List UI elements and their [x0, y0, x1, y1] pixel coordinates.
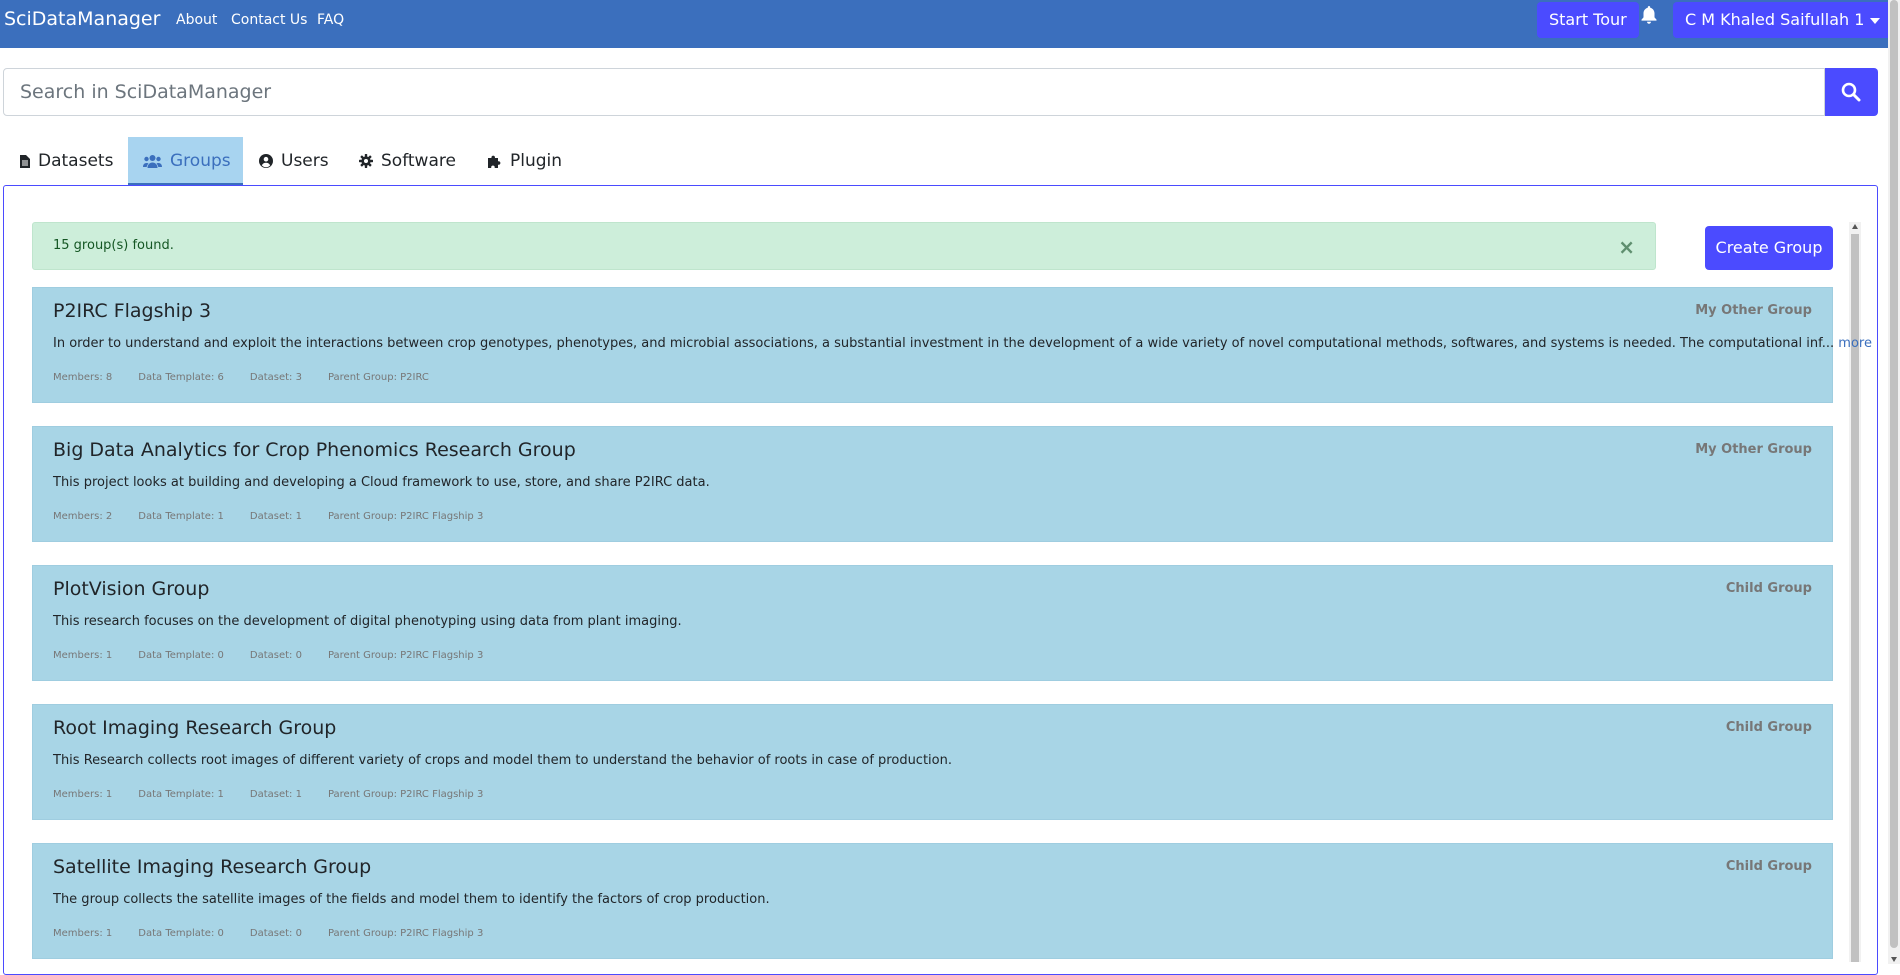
group-dataset: Dataset: 1: [249, 511, 302, 522]
group-parent: Parent Group: P2IRC: [327, 372, 429, 383]
scroll-down-arrow-icon[interactable]: [1891, 957, 1897, 962]
group-meta: Members: 1 Data Template: 0 Dataset: 0 Pare…: [53, 650, 509, 661]
group-badge: Child Group: [1725, 720, 1812, 735]
group-badge: Child Group: [1725, 859, 1812, 874]
group-members: Members: 8: [53, 372, 113, 383]
tab-plugin[interactable]: Plugin: [487, 137, 562, 185]
group-description: This research focuses on the development…: [53, 614, 682, 629]
results-count-text: 15 group(s) found.: [53, 238, 174, 253]
top-navbar: SciDataManager About Contact Us FAQ Star…: [0, 0, 1893, 48]
group-dataset: Dataset: 3: [249, 372, 302, 383]
tab-datasets-label: Datasets: [38, 151, 114, 171]
group-card[interactable]: Root Imaging Research Group Child Group …: [32, 704, 1833, 820]
user-name: C M Khaled Saifullah 1: [1685, 10, 1865, 29]
nav-faq-link[interactable]: FAQ: [317, 12, 344, 28]
chevron-down-icon: [1870, 17, 1881, 24]
group-parent: Parent Group: P2IRC Flagship 3: [327, 511, 484, 522]
group-members: Members: 2: [53, 511, 113, 522]
group-description: This Research collects root images of di…: [53, 753, 952, 768]
more-link[interactable]: more: [1838, 336, 1872, 351]
user-menu-button[interactable]: C M Khaled Saifullah 1: [1673, 2, 1893, 38]
scroll-up-arrow-icon[interactable]: [1852, 224, 1858, 229]
group-meta: Members: 1 Data Template: 1 Dataset: 1 Pare…: [53, 789, 509, 800]
tab-software[interactable]: Software: [359, 137, 456, 185]
page-scrollbar-thumb[interactable]: [1890, 0, 1898, 948]
tab-groups[interactable]: Groups: [128, 137, 243, 185]
user-circle-icon: [259, 154, 273, 168]
create-group-button[interactable]: Create Group: [1705, 226, 1833, 270]
group-card[interactable]: PlotVision Group Child Group This resear…: [32, 565, 1833, 681]
group-meta: Members: 8 Data Template: 6 Dataset: 3 Pare…: [53, 372, 455, 383]
group-members: Members: 1: [53, 650, 113, 661]
search-icon: [1841, 82, 1861, 102]
search-input[interactable]: [3, 68, 1825, 116]
group-description: The group collects the satellite images …: [53, 892, 770, 907]
group-card[interactable]: Big Data Analytics for Crop Phenomics Re…: [32, 426, 1833, 542]
group-description: In order to understand and exploit the i…: [53, 336, 1872, 351]
group-data-template: Data Template: 6: [138, 372, 224, 383]
group-card[interactable]: Satellite Imaging Research Group Child G…: [32, 843, 1833, 959]
group-data-template: Data Template: 0: [138, 650, 224, 661]
group-data-template: Data Template: 1: [138, 789, 224, 800]
group-meta: Members: 1 Data Template: 0 Dataset: 0 Pare…: [53, 928, 509, 939]
close-icon[interactable]: ×: [1618, 235, 1635, 259]
group-dataset: Dataset: 1: [249, 789, 302, 800]
group-parent: Parent Group: P2IRC Flagship 3: [327, 789, 484, 800]
group-dataset: Dataset: 0: [249, 928, 302, 939]
group-title[interactable]: Root Imaging Research Group: [53, 717, 336, 739]
tab-software-label: Software: [381, 151, 456, 171]
group-title[interactable]: P2IRC Flagship 3: [53, 300, 211, 322]
group-badge: My Other Group: [1695, 442, 1812, 457]
tab-datasets[interactable]: Datasets: [20, 137, 113, 185]
group-parent: Parent Group: P2IRC Flagship 3: [327, 650, 484, 661]
group-badge: My Other Group: [1695, 303, 1812, 318]
results-alert: 15 group(s) found. ×: [32, 222, 1656, 270]
tab-plugin-label: Plugin: [510, 151, 563, 171]
groups-scrollbar[interactable]: [1849, 222, 1861, 962]
file-icon: [20, 155, 30, 168]
group-dataset: Dataset: 0: [249, 650, 302, 661]
tab-users[interactable]: Users: [259, 137, 329, 185]
nav-contact-link[interactable]: Contact Us: [231, 12, 307, 28]
group-members: Members: 1: [53, 928, 113, 939]
group-title[interactable]: Big Data Analytics for Crop Phenomics Re…: [53, 439, 576, 461]
users-icon: [143, 155, 162, 168]
page-scrollbar[interactable]: [1888, 0, 1900, 964]
tab-groups-label: Groups: [170, 151, 231, 171]
group-title[interactable]: Satellite Imaging Research Group: [53, 856, 371, 878]
group-description-text: In order to understand and exploit the i…: [53, 336, 1835, 351]
group-members: Members: 1: [53, 789, 113, 800]
group-data-template: Data Template: 1: [138, 511, 224, 522]
puzzle-icon: [488, 155, 501, 168]
group-badge: Child Group: [1725, 581, 1812, 596]
group-data-template: Data Template: 0: [138, 928, 224, 939]
gear-icon: [359, 154, 373, 168]
brand-link[interactable]: SciDataManager: [4, 8, 160, 30]
group-card[interactable]: P2IRC Flagship 3 My Other Group In order…: [32, 287, 1872, 403]
group-meta: Members: 2 Data Template: 1 Dataset: 1 Pare…: [53, 511, 509, 522]
tab-users-label: Users: [281, 151, 329, 171]
nav-about-link[interactable]: About: [176, 12, 217, 28]
group-description: This project looks at building and devel…: [53, 475, 710, 490]
group-title[interactable]: PlotVision Group: [53, 578, 209, 600]
start-tour-button[interactable]: Start Tour: [1537, 2, 1639, 38]
bell-icon[interactable]: [1641, 6, 1661, 30]
search-button[interactable]: [1825, 68, 1878, 116]
group-parent: Parent Group: P2IRC Flagship 3: [327, 928, 484, 939]
